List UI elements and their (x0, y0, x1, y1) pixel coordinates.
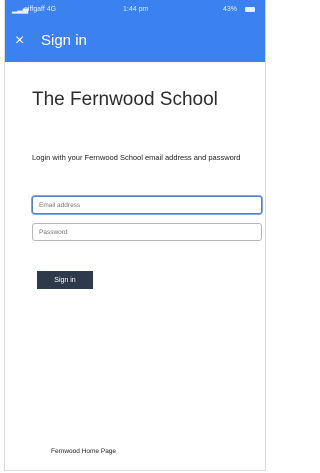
close-icon[interactable]: × (15, 33, 24, 49)
password-field[interactable] (32, 223, 262, 241)
battery-percent: 43% (223, 6, 238, 13)
intro-text: Login with your Fernwood School email ad… (32, 153, 241, 162)
carrier-label: giffgaff 4G (24, 6, 57, 13)
organization-name: The Fernwood School (32, 89, 218, 110)
status-bar: ▂▃▅ giffgaff 4G 1:44 pm 43% (5, 6, 265, 20)
home-page-link[interactable]: Fernwood Home Page (51, 448, 116, 455)
app-frame: ▂▃▅ giffgaff 4G 1:44 pm 43% × Sign in Th… (4, 0, 266, 471)
sign-in-button[interactable]: Sign in (37, 271, 93, 289)
email-field[interactable] (32, 196, 262, 214)
battery-icon (245, 7, 255, 12)
page-title: Sign in (41, 32, 87, 49)
status-time: 1:44 pm (123, 6, 149, 13)
top-app-bar: ▂▃▅ giffgaff 4G 1:44 pm 43% × Sign in (5, 0, 265, 62)
